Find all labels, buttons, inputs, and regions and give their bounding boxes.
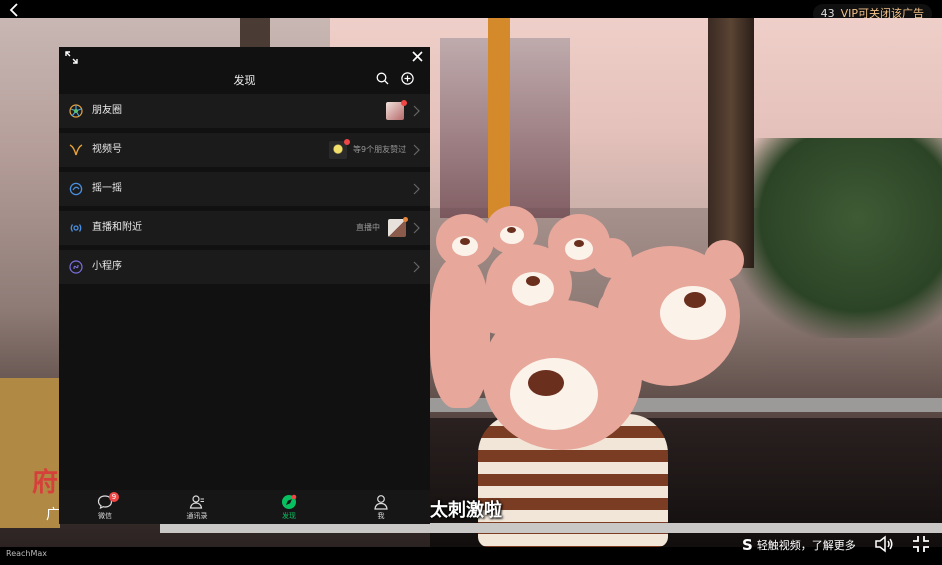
page-title: 发现 <box>233 74 256 87</box>
video-subtitle: 太刺激啦 <box>430 500 502 521</box>
channels-icon <box>69 144 83 156</box>
unread-badge: 9 <box>109 492 119 502</box>
live-dot <box>403 217 408 222</box>
me-icon <box>374 495 388 510</box>
video-side-white-text: 广 <box>46 507 60 523</box>
video-pole <box>488 18 510 218</box>
expand-icon[interactable] <box>65 51 78 64</box>
top-bar <box>0 0 942 18</box>
list-item-label: 视频号 <box>92 144 122 155</box>
plus-circle-icon[interactable] <box>401 72 414 85</box>
chevron-right-icon <box>413 222 420 234</box>
search-icon[interactable] <box>376 72 389 85</box>
bear-image <box>430 258 490 408</box>
tab-me[interactable]: 我 <box>335 490 427 524</box>
tab-bar: 9 微信 通讯录 发现 我 <box>59 490 430 524</box>
sound-icon[interactable] <box>874 535 894 553</box>
list-item-shake[interactable]: 摇一摇 <box>59 172 430 206</box>
list-item-label: 朋友圈 <box>92 105 122 116</box>
chevron-right-icon <box>413 261 420 273</box>
chevron-right-icon <box>413 105 420 117</box>
tab-label: 我 <box>377 512 385 520</box>
video-front-rail <box>160 523 942 533</box>
video-side-red-text: 府 <box>32 468 59 498</box>
mini-program-icon <box>69 260 83 274</box>
tab-label: 通讯录 <box>186 512 208 520</box>
shake-icon <box>69 182 83 196</box>
chevron-right-icon <box>413 144 420 156</box>
tab-discover[interactable]: 发现 <box>243 490 335 524</box>
video-tower <box>708 18 754 268</box>
list-item-label: 摇一摇 <box>92 183 122 194</box>
bear-image <box>476 288 642 450</box>
notification-dot <box>344 139 350 145</box>
learn-more-text: 轻触视频，了解更多 <box>756 539 856 552</box>
discover-icon <box>282 494 297 509</box>
learn-more-button[interactable]: S 轻触视频，了解更多 <box>742 536 856 554</box>
video-trees <box>732 138 942 338</box>
friends-liked-text: 等9个朋友赞过 <box>353 145 407 154</box>
exit-fullscreen-icon[interactable] <box>912 535 930 553</box>
list-item-label: 小程序 <box>92 261 122 272</box>
tab-chats[interactable]: 9 微信 <box>59 490 151 524</box>
list-item-channels[interactable]: 视频号 等9个朋友赞过 <box>59 133 430 167</box>
list-item-live-nearby[interactable]: 直播和附近 直播中 <box>59 211 430 245</box>
tab-label: 微信 <box>98 512 112 520</box>
live-nearby-icon <box>70 224 82 232</box>
moments-icon <box>69 104 83 118</box>
touch-icon: S <box>742 536 753 554</box>
list-item-moments[interactable]: 朋友圈 <box>59 94 430 128</box>
close-icon[interactable] <box>411 50 424 63</box>
contacts-icon <box>189 495 204 509</box>
brand-label: ReachMax <box>6 549 48 558</box>
list-item-mini-program[interactable]: 小程序 <box>59 250 430 284</box>
chevron-right-icon <box>413 183 420 195</box>
notification-dot <box>401 100 407 106</box>
tab-label: 发现 <box>282 512 296 520</box>
discover-panel: 发现 朋友圈 视频号 等9个朋友赞过 摇一摇 直播和附近 直播中 小程序 9 微… <box>59 47 430 524</box>
tab-contacts[interactable]: 通讯录 <box>151 490 243 524</box>
live-status-text: 直播中 <box>356 223 380 232</box>
list-item-label: 直播和附近 <box>92 222 142 233</box>
back-arrow-icon[interactable] <box>8 3 22 17</box>
